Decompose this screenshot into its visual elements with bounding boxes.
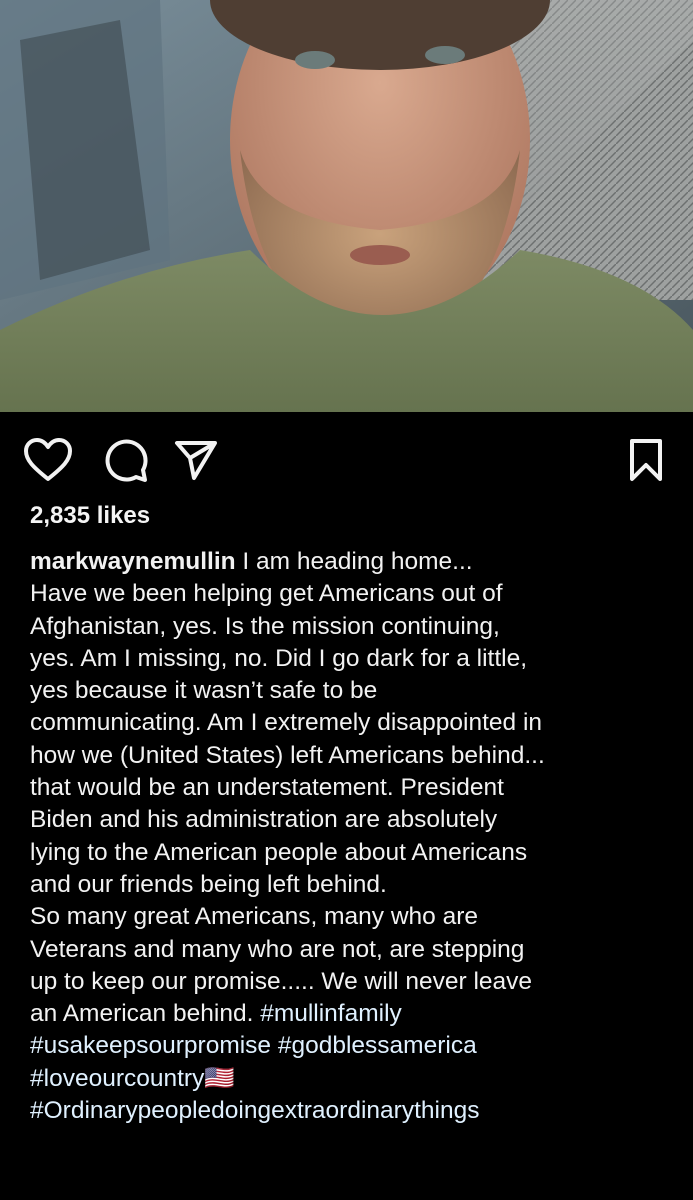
username-link[interactable]: markwaynemullin (30, 548, 236, 575)
post-photo[interactable] (0, 0, 693, 412)
like-button[interactable] (22, 434, 74, 486)
post-actions (0, 412, 693, 508)
like-count[interactable]: 2,835 likes (30, 502, 150, 530)
caption-first-line: I am heading home... (235, 548, 473, 575)
heart-icon (24, 438, 72, 481)
bookmark-icon (630, 439, 662, 481)
send-icon (175, 441, 217, 480)
post-caption: markwaynemullin I am heading home... Hav… (30, 546, 680, 1127)
comment-button[interactable] (100, 434, 152, 486)
caption-body: Have we been helping get Americans out o… (30, 580, 545, 1028)
comment-icon (105, 439, 148, 482)
save-button[interactable] (620, 434, 672, 486)
selfie-image (0, 0, 693, 412)
share-button[interactable] (170, 434, 222, 486)
